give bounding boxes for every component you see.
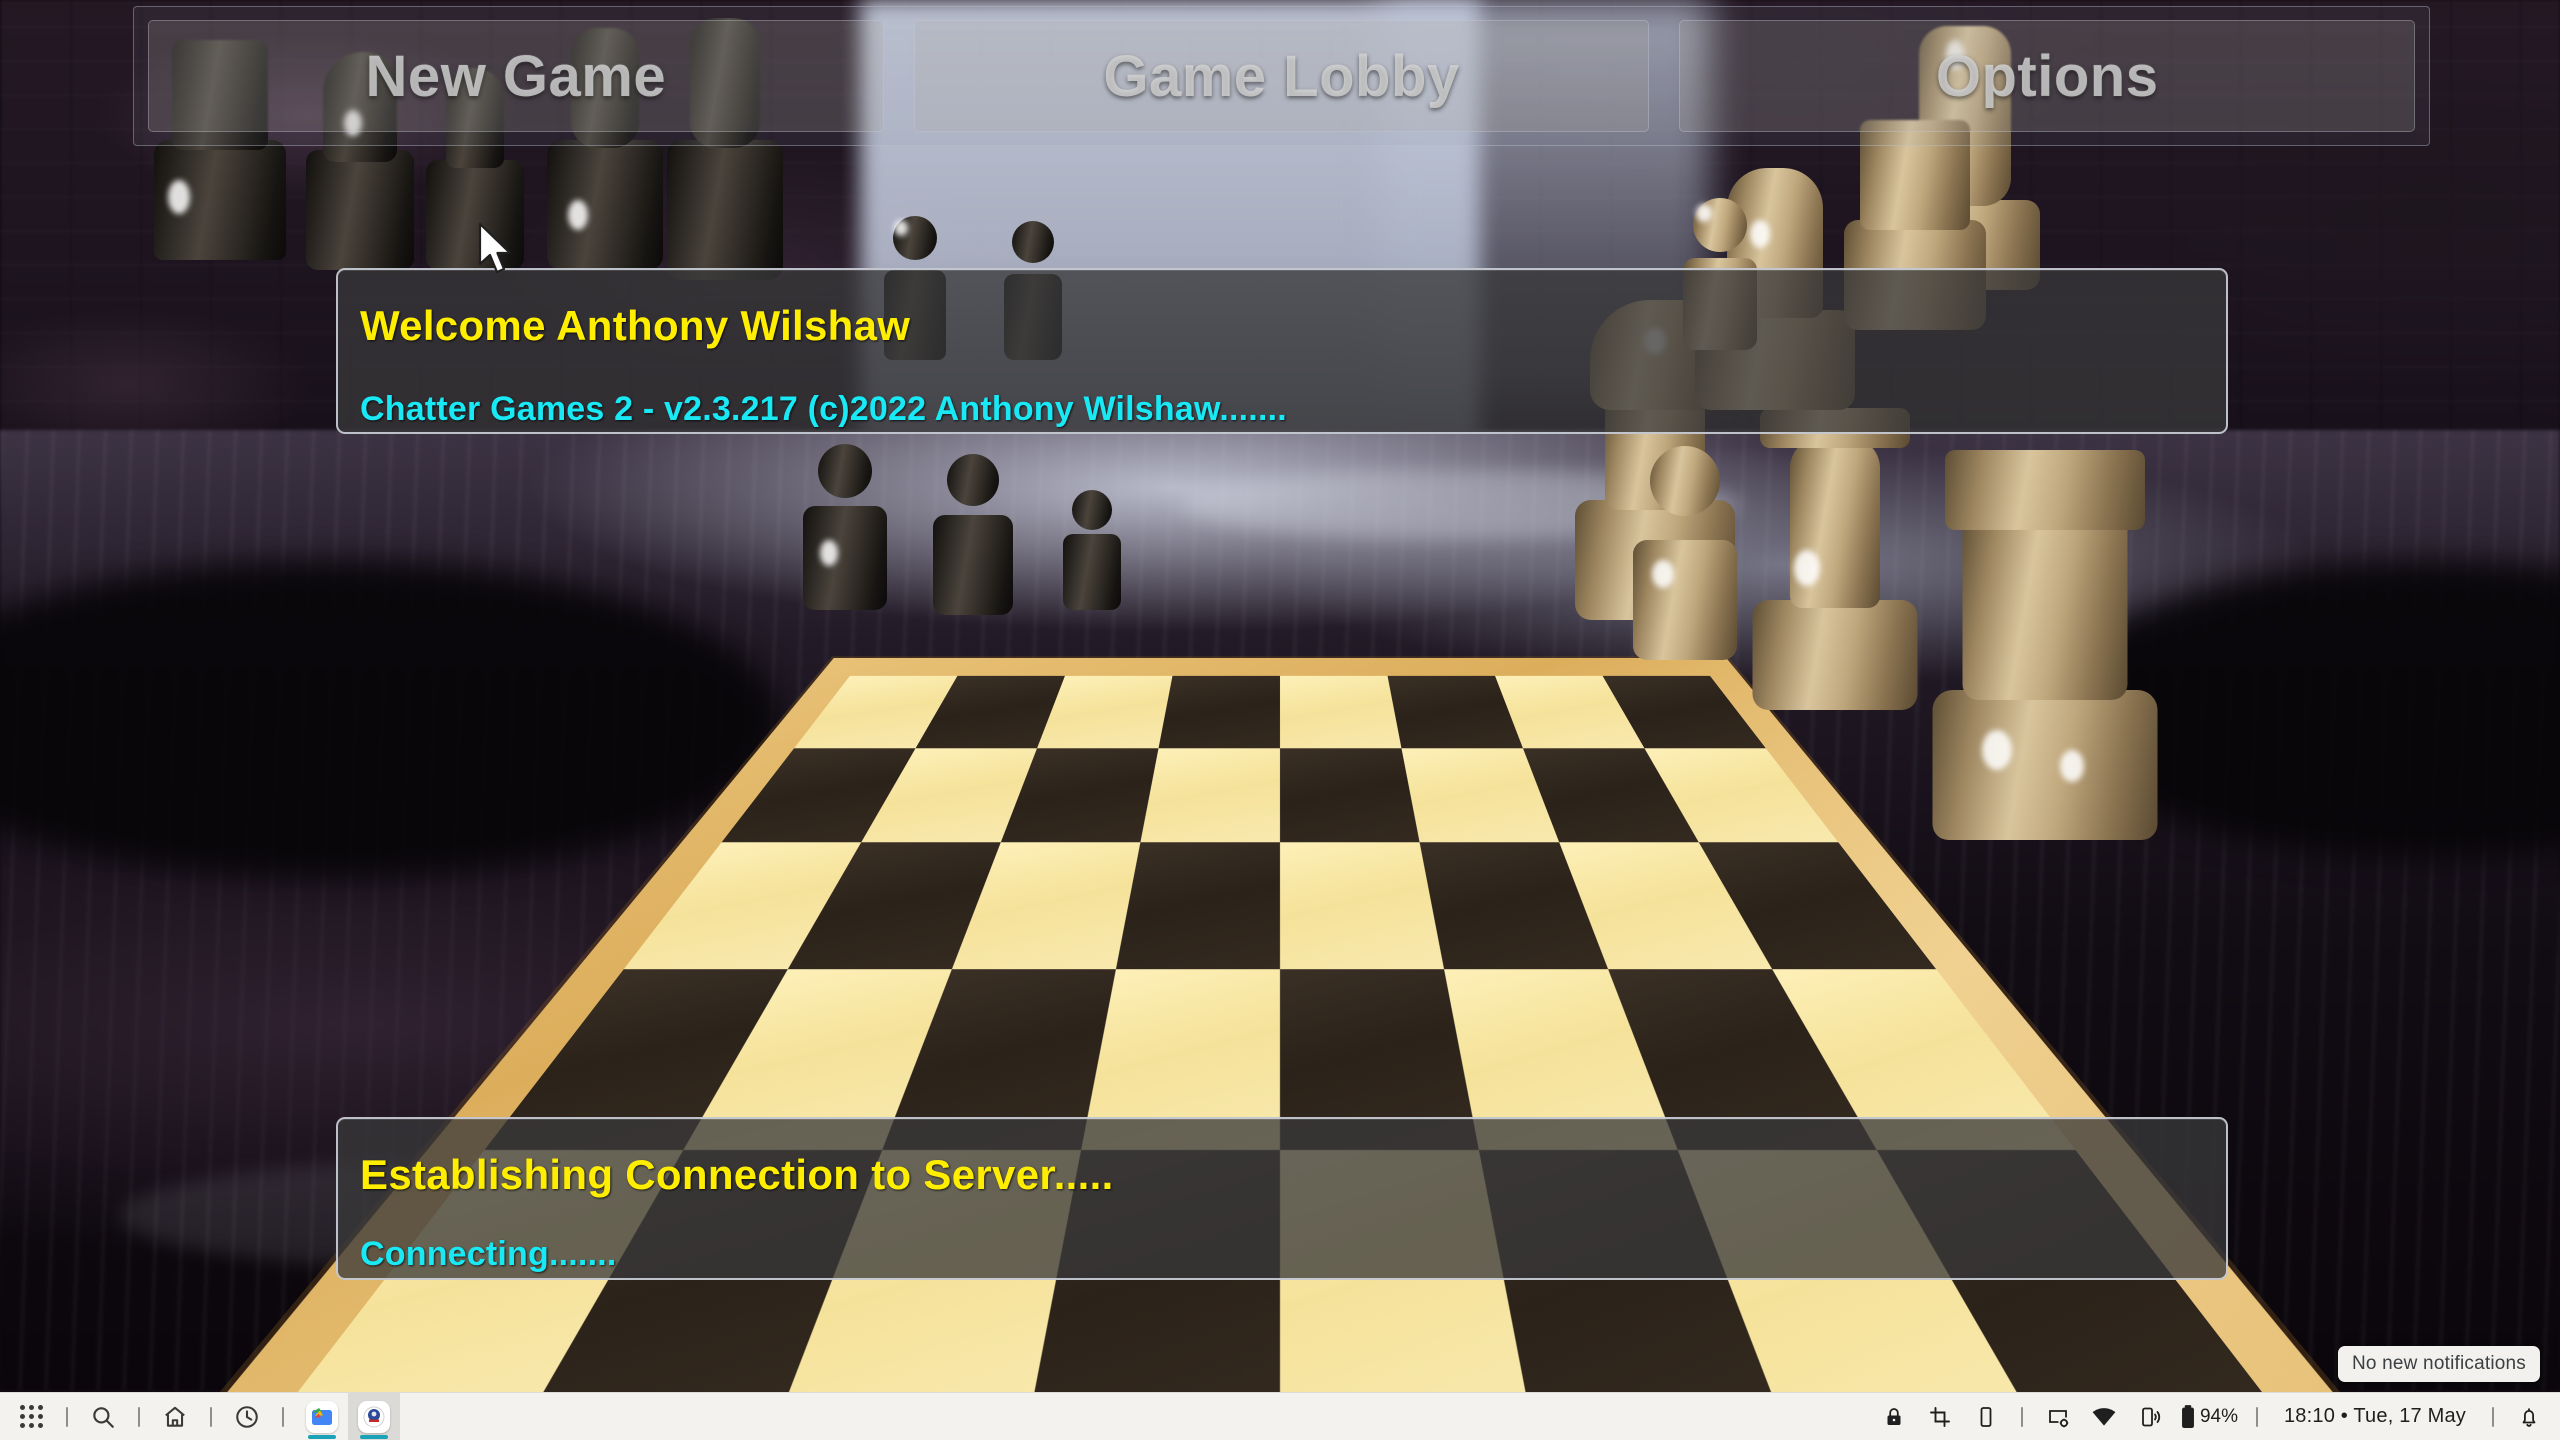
welcome-title: Welcome Anthony Wilshaw [360, 302, 911, 349]
welcome-panel: Welcome Anthony Wilshaw Chatter Games 2 … [336, 268, 2228, 434]
connection-status-text: Connecting....... [360, 1235, 617, 1273]
taskbar-divider [66, 1406, 68, 1427]
options-label: Options [1935, 43, 2159, 109]
chatter-games-app-icon[interactable] [348, 1392, 400, 1440]
notifications-bell-icon[interactable] [2506, 1393, 2552, 1440]
files-app-active-indicator [308, 1434, 336, 1439]
new-game-label: New Game [365, 43, 667, 109]
screen-capture-icon[interactable] [1917, 1393, 1963, 1440]
display-settings-icon[interactable] [2035, 1393, 2081, 1440]
chess-piece-light-pawn [1630, 430, 1740, 660]
taskbar: 94% 18:10 • Tue, 17 May [0, 1392, 2560, 1440]
main-menu-bar: New Game Game Lobby Options [133, 6, 2430, 146]
board-square[interactable] [1140, 748, 1280, 843]
taskbar-divider [138, 1406, 140, 1427]
taskbar-divider [2492, 1406, 2494, 1427]
options-button[interactable]: Options [1679, 20, 2416, 132]
notification-toast-text: No new notifications [2351, 1353, 2526, 1374]
app-drawer-dots [19, 1405, 43, 1428]
home-icon[interactable] [152, 1393, 198, 1440]
taskbar-divider [2255, 1406, 2258, 1427]
clock-date[interactable]: 18:10 • Tue, 17 May [2270, 1405, 2480, 1428]
lock-icon[interactable] [1871, 1393, 1917, 1440]
connection-title: Establishing Connection to Server..... [360, 1151, 1114, 1198]
taskbar-divider [210, 1406, 212, 1427]
board-square[interactable] [1280, 675, 1402, 749]
taskbar-divider [282, 1406, 284, 1427]
phone-icon[interactable] [1963, 1393, 2009, 1440]
battery-percentage: 94% [2199, 1405, 2238, 1427]
chess-piece-light-rook [1930, 450, 2160, 840]
version-info-text: Chatter Games 2 - v2.3.217 (c)2022 Antho… [360, 390, 1287, 428]
notification-toast[interactable]: No new notifications [2337, 1346, 2540, 1382]
connection-status-panel: Establishing Connection to Server..... C… [336, 1117, 2228, 1280]
game-screen: New Game Game Lobby Options Welcome Anth… [0, 0, 2560, 1440]
battery-icon[interactable]: 94% [2173, 1393, 2244, 1440]
game-lobby-label: Game Lobby [1103, 43, 1460, 109]
chatter-games-app-badge [358, 1400, 390, 1433]
game-lobby-button[interactable]: Game Lobby [913, 20, 1650, 132]
taskbar-divider [2020, 1406, 2023, 1427]
taskbar-left-group [8, 1392, 400, 1440]
app-drawer-icon[interactable] [8, 1393, 54, 1440]
board-square[interactable] [1280, 748, 1420, 843]
search-icon[interactable] [80, 1393, 126, 1440]
wifi-icon[interactable] [2081, 1393, 2127, 1440]
files-app-icon[interactable] [296, 1393, 348, 1440]
recents-clock-icon[interactable] [224, 1393, 270, 1440]
taskbar-status-area: 94% 18:10 • Tue, 17 May [1871, 1393, 2552, 1440]
files-app-badge [306, 1400, 338, 1433]
new-game-button[interactable]: New Game [148, 20, 884, 132]
chatter-games-active-indicator [360, 1434, 388, 1439]
board-square[interactable] [1158, 675, 1280, 749]
phone-hub-icon[interactable] [2127, 1393, 2173, 1440]
